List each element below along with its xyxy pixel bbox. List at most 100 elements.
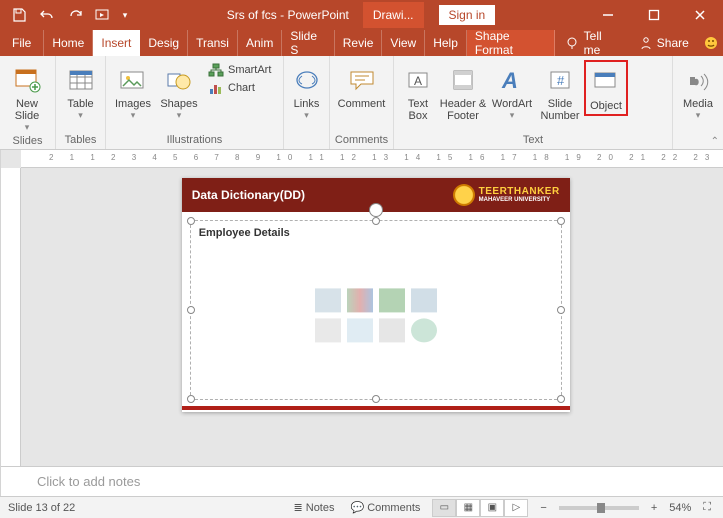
placeholder-insert-icons	[315, 288, 437, 342]
group-text: A Text Box Header & Footer A WordArt ▾ #…	[394, 56, 673, 149]
insert-3d-icon[interactable]	[411, 288, 437, 312]
resize-handle[interactable]	[187, 306, 195, 314]
content-placeholder[interactable]: Employee Details	[190, 220, 562, 400]
group-tables: Table ▾ Tables	[56, 56, 106, 149]
tab-slideshow[interactable]: Slide S	[282, 30, 334, 56]
wordart-button[interactable]: A WordArt ▾	[488, 60, 536, 121]
resize-handle[interactable]	[557, 306, 565, 314]
zoom-out-button[interactable]: −	[536, 502, 550, 514]
feedback-icon[interactable]	[699, 30, 723, 56]
group-links: Links ▾	[284, 56, 330, 149]
undo-icon[interactable]	[34, 2, 60, 28]
share-icon	[639, 36, 653, 50]
zoom-level[interactable]: 54%	[669, 502, 691, 514]
header-footer-button[interactable]: Header & Footer	[438, 60, 488, 122]
canvas-wrap[interactable]: Data Dictionary(DD) TEERTHANKER MAHAVEER…	[21, 168, 723, 466]
normal-view-icon[interactable]: ▭	[432, 499, 456, 517]
quick-access-toolbar: ▾	[0, 2, 138, 28]
shapes-icon	[156, 62, 202, 98]
resize-handle[interactable]	[372, 217, 380, 225]
comment-label: Comment	[334, 98, 389, 110]
object-button[interactable]: Object	[584, 60, 628, 116]
slide-number-button[interactable]: # Slide Number	[536, 60, 584, 122]
tell-me[interactable]: Tell me	[555, 30, 629, 56]
notes-pane[interactable]: Click to add notes	[1, 466, 723, 496]
table-button[interactable]: Table ▾	[60, 60, 101, 121]
header-footer-icon	[438, 62, 488, 98]
wordart-label: WordArt	[488, 98, 536, 110]
tab-design[interactable]: Desig	[140, 30, 188, 56]
close-icon[interactable]	[677, 0, 723, 30]
fit-to-window-icon[interactable]: ⛶	[699, 501, 715, 514]
insert-icon-icon[interactable]	[411, 318, 437, 342]
university-name: TEERTHANKER	[479, 187, 560, 197]
notes-placeholder: Click to add notes	[37, 474, 140, 489]
new-slide-label: New Slide	[4, 98, 50, 122]
tell-me-label: Tell me	[584, 29, 619, 57]
table-icon	[60, 62, 101, 98]
reading-view-icon[interactable]: ▣	[480, 499, 504, 517]
minimize-icon[interactable]	[585, 0, 631, 30]
svg-text:A: A	[414, 74, 422, 88]
tab-help[interactable]: Help	[425, 30, 467, 56]
chart-button[interactable]: Chart	[206, 80, 273, 96]
insert-video-icon[interactable]	[379, 318, 405, 342]
university-subtitle: MAHAVEER UNIVERSITY	[479, 197, 560, 203]
slideshow-view-icon[interactable]: ▷	[504, 499, 528, 517]
images-label: Images	[110, 98, 156, 110]
images-icon	[110, 62, 156, 98]
maximize-icon[interactable]	[631, 0, 677, 30]
images-button[interactable]: Images ▾	[110, 60, 156, 121]
insert-smartart-icon[interactable]	[379, 288, 405, 312]
resize-handle[interactable]	[372, 395, 380, 403]
share-button[interactable]: Share	[629, 30, 699, 56]
slide-canvas[interactable]: Data Dictionary(DD) TEERTHANKER MAHAVEER…	[182, 178, 570, 412]
workspace: 12 13 14 15 16 2 1 1 2 3 4 5 6 7 8 9 10 …	[0, 150, 723, 496]
media-button[interactable]: Media ▾	[677, 60, 719, 121]
slide-number-label: Slide Number	[536, 98, 584, 122]
comment-button[interactable]: Comment	[334, 60, 389, 110]
comments-toggle[interactable]: 💬 Comments	[347, 501, 425, 514]
tab-review[interactable]: Revie	[335, 30, 383, 56]
start-from-beginning-icon[interactable]	[90, 2, 116, 28]
group-label-links	[284, 144, 329, 149]
save-icon[interactable]	[6, 2, 32, 28]
collapse-ribbon-icon[interactable]: ⌃	[711, 136, 719, 147]
tab-transitions[interactable]: Transi	[188, 30, 238, 56]
slide-position: Slide 13 of 22	[8, 502, 75, 514]
redo-icon[interactable]	[62, 2, 88, 28]
slide-footer-bar	[182, 406, 570, 410]
resize-handle[interactable]	[187, 217, 195, 225]
bulb-icon	[565, 36, 578, 50]
smartart-button[interactable]: SmartArt	[206, 62, 273, 78]
svg-text:A: A	[501, 68, 518, 92]
rotation-handle[interactable]	[369, 203, 383, 217]
tab-animations[interactable]: Anim	[238, 30, 282, 56]
zoom-thumb[interactable]	[597, 503, 605, 513]
insert-table-icon[interactable]	[315, 288, 341, 312]
resize-handle[interactable]	[187, 395, 195, 403]
sign-in-button[interactable]: Sign in	[438, 4, 497, 26]
zoom-slider[interactable]	[559, 506, 639, 510]
resize-handle[interactable]	[557, 217, 565, 225]
shapes-button[interactable]: Shapes ▾	[156, 60, 202, 121]
sorter-view-icon[interactable]: ▦	[456, 499, 480, 517]
insert-picture-icon[interactable]	[315, 318, 341, 342]
tab-insert[interactable]: Insert	[93, 30, 140, 56]
text-box-button[interactable]: A Text Box	[398, 60, 438, 122]
tab-home[interactable]: Home	[44, 30, 93, 56]
tab-file[interactable]: File	[0, 30, 44, 56]
new-slide-button[interactable]: New Slide ▾	[4, 60, 50, 133]
zoom-in-button[interactable]: +	[647, 502, 661, 514]
group-label-tables: Tables	[56, 132, 105, 149]
tab-view[interactable]: View	[382, 30, 425, 56]
group-label-comments: Comments	[330, 132, 393, 149]
resize-handle[interactable]	[557, 395, 565, 403]
qat-dropdown-icon[interactable]: ▾	[118, 2, 132, 28]
insert-chart-icon[interactable]	[347, 288, 373, 312]
notes-toggle[interactable]: ≣ Notes	[290, 501, 339, 514]
ribbon-tabs: File Home Insert Desig Transi Anim Slide…	[0, 30, 723, 56]
insert-online-picture-icon[interactable]	[347, 318, 373, 342]
tab-shape-format[interactable]: Shape Format	[467, 30, 555, 56]
links-button[interactable]: Links ▾	[288, 60, 325, 121]
